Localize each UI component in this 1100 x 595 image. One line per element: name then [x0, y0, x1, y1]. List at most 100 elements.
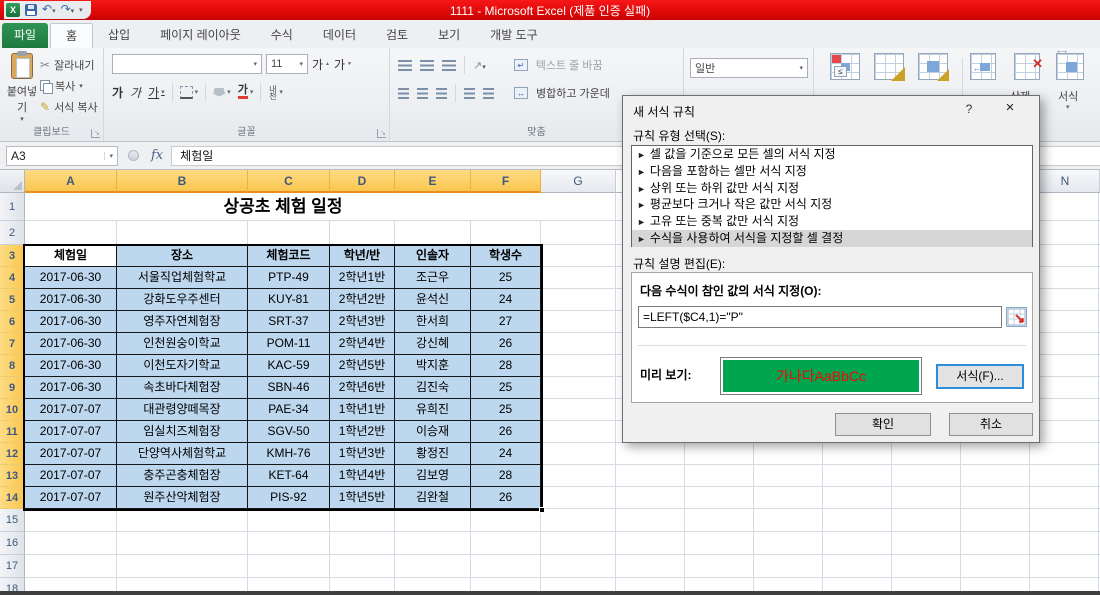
- row-number[interactable]: 5: [0, 289, 25, 311]
- collapse-dialog-icon[interactable]: [1006, 307, 1027, 327]
- cell-date[interactable]: 2017-07-07: [25, 465, 117, 487]
- cell-grade[interactable]: 1학년2반: [330, 421, 395, 443]
- select-all-corner[interactable]: [0, 170, 25, 193]
- row-number[interactable]: 12: [0, 443, 25, 465]
- italic-button[interactable]: 가: [130, 84, 141, 101]
- cell-date[interactable]: 2017-06-30: [25, 377, 117, 399]
- cell-grade[interactable]: 2학년3반: [330, 311, 395, 333]
- cell-teacher[interactable]: 김완철: [395, 487, 471, 509]
- cell-styles-icon[interactable]: [918, 53, 948, 80]
- cell-grade[interactable]: 2학년2반: [330, 289, 395, 311]
- cell-grade[interactable]: 2학년5반: [330, 355, 395, 377]
- cell-students[interactable]: 24: [471, 289, 541, 311]
- fx-icon[interactable]: fx: [151, 148, 163, 163]
- cell-code[interactable]: SRT-37: [248, 311, 330, 333]
- merge-center-icon[interactable]: ↔: [514, 87, 528, 99]
- row-number[interactable]: 18: [0, 578, 25, 591]
- cell-students[interactable]: 24: [471, 443, 541, 465]
- cell-date[interactable]: 2017-07-07: [25, 399, 117, 421]
- cell-students[interactable]: 25: [471, 399, 541, 421]
- cell-place[interactable]: 영주자연체험장: [117, 311, 248, 333]
- row-number[interactable]: 10: [0, 399, 25, 421]
- cell-place[interactable]: 강화도우주센터: [117, 289, 248, 311]
- ribbon-tab[interactable]: 수식: [256, 23, 308, 48]
- cell-grade[interactable]: 1학년5반: [330, 487, 395, 509]
- name-box[interactable]: A3▾: [6, 146, 118, 166]
- cell-date[interactable]: 2017-07-07: [25, 487, 117, 509]
- cell-grade[interactable]: 2학년1반: [330, 267, 395, 289]
- cell-code[interactable]: SGV-50: [248, 421, 330, 443]
- cell-date[interactable]: 2017-06-30: [25, 289, 117, 311]
- wrap-text-icon[interactable]: ↵: [514, 59, 528, 71]
- header-cell[interactable]: 체험코드: [248, 245, 330, 267]
- format-painter-button[interactable]: ✎서식 복사: [40, 96, 98, 117]
- cell-teacher[interactable]: 조근우: [395, 267, 471, 289]
- align-middle-icon[interactable]: [420, 60, 434, 71]
- underline-button[interactable]: 가▾: [148, 84, 165, 101]
- cell-students[interactable]: 26: [471, 487, 541, 509]
- rule-type-item[interactable]: ►셀 값을 기준으로 모든 셀의 서식 지정: [632, 146, 1032, 163]
- conditional-formatting-icon[interactable]: ≤: [830, 53, 860, 80]
- cell-place[interactable]: 인천원숭이학교: [117, 333, 248, 355]
- dialog-help-button[interactable]: ?: [961, 102, 977, 116]
- cell-place[interactable]: 서울직업체험학교: [117, 267, 248, 289]
- dialog-close-button[interactable]: ×: [995, 98, 1025, 118]
- cell-date[interactable]: 2017-06-30: [25, 355, 117, 377]
- header-cell[interactable]: 학년/반: [330, 245, 395, 267]
- col-header-d[interactable]: D: [330, 170, 395, 193]
- cell-teacher[interactable]: 강신혜: [395, 333, 471, 355]
- align-bottom-icon[interactable]: [442, 60, 456, 71]
- bold-button[interactable]: 가: [112, 84, 123, 101]
- cell-students[interactable]: 27: [471, 311, 541, 333]
- cell-code[interactable]: PAE-34: [248, 399, 330, 421]
- ribbon-tab[interactable]: 삽입: [93, 23, 145, 48]
- rule-type-item[interactable]: ►상위 또는 하위 값만 서식 지정: [632, 180, 1032, 197]
- col-header-n[interactable]: N: [1031, 170, 1100, 193]
- cell-teacher[interactable]: 유희진: [395, 399, 471, 421]
- cell-place[interactable]: 충주곤충체험장: [117, 465, 248, 487]
- ribbon-tab[interactable]: 홈: [50, 23, 93, 48]
- row-number[interactable]: 7: [0, 333, 25, 355]
- delete-cells-icon[interactable]: ✕: [1014, 53, 1040, 80]
- cell-code[interactable]: SBN-46: [248, 377, 330, 399]
- orientation-icon[interactable]: ↗▾: [473, 59, 486, 72]
- cell-code[interactable]: PIS-92: [248, 487, 330, 509]
- cell-code[interactable]: POM-11: [248, 333, 330, 355]
- cell-teacher[interactable]: 황정진: [395, 443, 471, 465]
- row-number[interactable]: 17: [0, 555, 25, 578]
- fill-color-button[interactable]: ▾: [213, 88, 231, 97]
- cell-students[interactable]: 25: [471, 377, 541, 399]
- col-header-g[interactable]: G: [541, 170, 616, 193]
- cell-grade[interactable]: 1학년4반: [330, 465, 395, 487]
- cell-students[interactable]: 26: [471, 421, 541, 443]
- cell-teacher[interactable]: 윤석신: [395, 289, 471, 311]
- shrink-font-button[interactable]: 가: [334, 56, 352, 73]
- borders-button[interactable]: ▾: [180, 86, 199, 99]
- align-left-icon[interactable]: [398, 88, 409, 99]
- rule-type-item[interactable]: ►다음을 포함하는 셀만 서식 지정: [632, 163, 1032, 180]
- redo-icon[interactable]: ↷▾: [61, 2, 75, 19]
- cut-button[interactable]: ✂잘라내기: [40, 54, 98, 75]
- cell-teacher[interactable]: 김보영: [395, 465, 471, 487]
- phonetic-button[interactable]: 내천▾: [268, 85, 283, 99]
- row-number[interactable]: 3: [0, 245, 25, 267]
- row-number[interactable]: 9: [0, 377, 25, 399]
- grow-font-button[interactable]: 가: [312, 56, 330, 73]
- align-center-icon[interactable]: [417, 88, 428, 99]
- decrease-indent-icon[interactable]: [464, 88, 475, 99]
- row-number[interactable]: 15: [0, 509, 25, 532]
- excel-logo-icon[interactable]: X: [6, 3, 20, 17]
- ribbon-tab[interactable]: 개발 도구: [475, 23, 553, 48]
- insert-function-icon[interactable]: [128, 150, 139, 161]
- cell-place[interactable]: 임실치즈체험장: [117, 421, 248, 443]
- row-number[interactable]: 1: [0, 193, 25, 221]
- cell-teacher[interactable]: 이승재: [395, 421, 471, 443]
- align-right-icon[interactable]: [436, 88, 447, 99]
- copy-button[interactable]: 복사▾: [40, 75, 98, 96]
- ok-button[interactable]: 확인: [835, 413, 931, 436]
- header-cell[interactable]: 학생수: [471, 245, 541, 267]
- cell-place[interactable]: 이천도자기학교: [117, 355, 248, 377]
- cell-grade[interactable]: 1학년3반: [330, 443, 395, 465]
- font-name-combo[interactable]: ▾: [112, 54, 262, 74]
- font-size-combo[interactable]: 11▾: [266, 54, 308, 74]
